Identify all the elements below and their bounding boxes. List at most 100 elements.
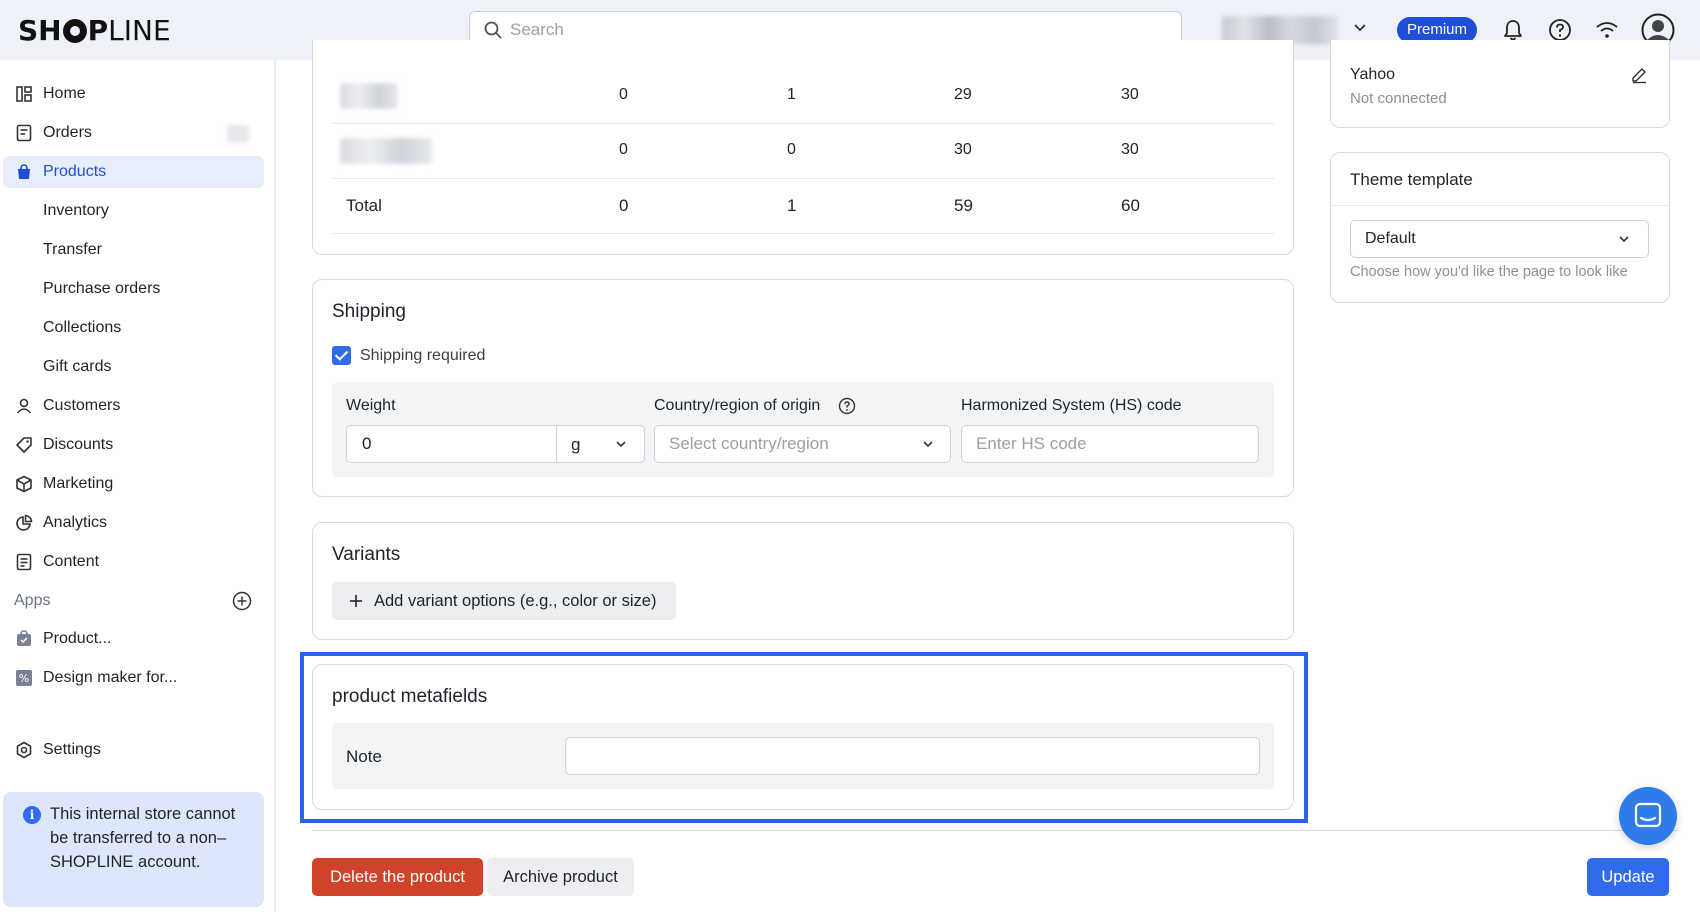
sidebar-item-label: Orders <box>43 124 92 141</box>
sidebar-item-content[interactable]: Content <box>0 546 264 578</box>
chevron-down-icon[interactable] <box>921 437 935 451</box>
variant-name-redacted <box>340 83 398 109</box>
sidebar-item-label: Product... <box>43 630 112 647</box>
table-total-row: Total 0 1 59 60 <box>332 179 1274 234</box>
country-placeholder: Select country/region <box>669 434 829 453</box>
table-row: 0 1 29 30 <box>332 69 1274 124</box>
search-icon <box>484 21 502 39</box>
delete-product-button[interactable]: Delete the product <box>312 858 483 896</box>
theme-template-select[interactable]: Default <box>1350 220 1649 258</box>
weight-unit-select[interactable]: g <box>571 435 580 455</box>
country-select[interactable]: Select country/region <box>654 425 951 463</box>
sidebar-item-label: Marketing <box>43 475 114 492</box>
sidebar-item-label: Purchase orders <box>43 280 161 297</box>
sidebar-item-label: Products <box>43 163 107 180</box>
sidebar-item-transfer[interactable]: Transfer <box>0 234 264 266</box>
chevron-down-icon[interactable] <box>1352 20 1368 36</box>
shipping-title: Shipping <box>332 301 406 322</box>
table-cell: 1 <box>787 86 796 103</box>
logo-o-mark <box>62 19 87 43</box>
weight-label: Weight <box>346 397 396 414</box>
sidebar-item-label: Collections <box>43 319 122 336</box>
discounts-icon <box>16 437 32 453</box>
sidebar-item-gift-cards[interactable]: Gift cards <box>0 351 264 383</box>
table-cell: 0 <box>619 141 628 158</box>
chevron-down-icon[interactable] <box>1617 232 1631 246</box>
add-app-icon[interactable] <box>232 591 252 611</box>
design-maker-app-icon: % <box>16 670 32 686</box>
table-row: 0 0 30 30 <box>332 124 1274 179</box>
svg-text:%: % <box>19 672 29 685</box>
content-icon <box>16 553 32 571</box>
sidebar-item-label: Settings <box>43 741 101 758</box>
sidebar-item-label: Design maker for... <box>43 669 178 686</box>
sidebar-item-discounts[interactable]: Discounts <box>0 429 264 461</box>
table-cell: 0 <box>787 141 796 158</box>
shopline-logo[interactable]: SH PLINE <box>18 14 171 47</box>
analytics-icon <box>16 514 33 531</box>
divider <box>556 426 557 462</box>
store-transfer-notice: i This internal store cannot be transfer… <box>3 792 264 907</box>
orders-icon <box>16 124 32 142</box>
sidebar-item-home[interactable]: Home <box>0 78 264 110</box>
sidebar: Home Orders Products Inventory Transfer … <box>0 60 275 912</box>
metafields-highlight-frame <box>300 652 1308 823</box>
sidebar-item-label: Inventory <box>43 202 109 219</box>
sidebar-item-label: Customers <box>43 397 121 414</box>
table-cell: 30 <box>954 141 972 158</box>
weight-field[interactable]: 0 <box>346 425 645 463</box>
sidebar-item-inventory[interactable]: Inventory <box>0 195 264 227</box>
hs-code-placeholder: Enter HS code <box>976 434 1087 453</box>
edit-icon[interactable] <box>1630 66 1648 84</box>
shipping-required-label: Shipping required <box>360 347 486 364</box>
table-cell: 30 <box>1121 86 1139 103</box>
channel-name: Yahoo <box>1350 66 1396 83</box>
sidebar-item-orders[interactable]: Orders <box>0 117 264 149</box>
sidebar-app-product[interactable]: Product... <box>0 623 264 655</box>
orders-count-badge-redacted <box>227 125 249 143</box>
home-icon <box>16 86 32 102</box>
theme-template-help: Choose how you'd like the page to look l… <box>1350 264 1628 280</box>
table-cell: 60 <box>1121 196 1140 215</box>
shipping-required-checkbox[interactable] <box>332 346 351 365</box>
sidebar-item-customers[interactable]: Customers <box>0 390 264 422</box>
info-icon: i <box>23 806 41 824</box>
theme-template-value: Default <box>1365 230 1416 247</box>
sidebar-item-label: Content <box>43 553 100 570</box>
add-variant-options-button[interactable]: Add variant options (e.g., color or size… <box>332 582 676 620</box>
sidebar-item-collections[interactable]: Collections <box>0 312 264 344</box>
plus-icon <box>350 595 362 607</box>
divider <box>1331 205 1669 206</box>
country-label: Country/region of origin <box>654 397 821 414</box>
apps-section-label: Apps <box>14 592 51 609</box>
sidebar-item-analytics[interactable]: Analytics <box>0 507 264 539</box>
chevron-down-icon[interactable] <box>614 437 628 451</box>
hs-code-input[interactable]: Enter HS code <box>961 425 1259 463</box>
sidebar-item-products[interactable]: Products <box>3 156 264 188</box>
update-button[interactable]: Update <box>1587 858 1669 896</box>
sidebar-item-label: Analytics <box>43 514 108 531</box>
theme-template-title: Theme template <box>1350 170 1473 189</box>
channel-status: Not connected <box>1350 90 1447 107</box>
table-cell: 59 <box>954 196 973 215</box>
sidebar-app-design-maker[interactable]: % Design maker for... <box>0 662 264 694</box>
sidebar-item-label: Transfer <box>43 241 102 258</box>
help-icon[interactable] <box>838 397 856 415</box>
customers-icon <box>16 398 32 414</box>
table-cell: 1 <box>787 196 797 215</box>
weight-value: 0 <box>362 434 372 453</box>
sidebar-item-purchase-orders[interactable]: Purchase orders <box>0 273 264 305</box>
sidebar-item-label: Discounts <box>43 436 114 453</box>
sales-channel-card <box>1330 40 1670 128</box>
sidebar-item-marketing[interactable]: Marketing <box>0 468 264 500</box>
archive-product-button[interactable]: Archive product <box>487 858 634 896</box>
sidebar-item-label: Home <box>43 85 86 102</box>
marketing-icon <box>16 475 32 493</box>
chat-support-button[interactable] <box>1619 787 1677 845</box>
variant-name-redacted <box>340 138 432 164</box>
products-icon <box>18 164 30 179</box>
settings-icon <box>16 741 32 759</box>
sidebar-item-settings[interactable]: Settings <box>0 734 264 766</box>
search-input[interactable] <box>510 20 1150 40</box>
variants-title: Variants <box>332 544 401 565</box>
